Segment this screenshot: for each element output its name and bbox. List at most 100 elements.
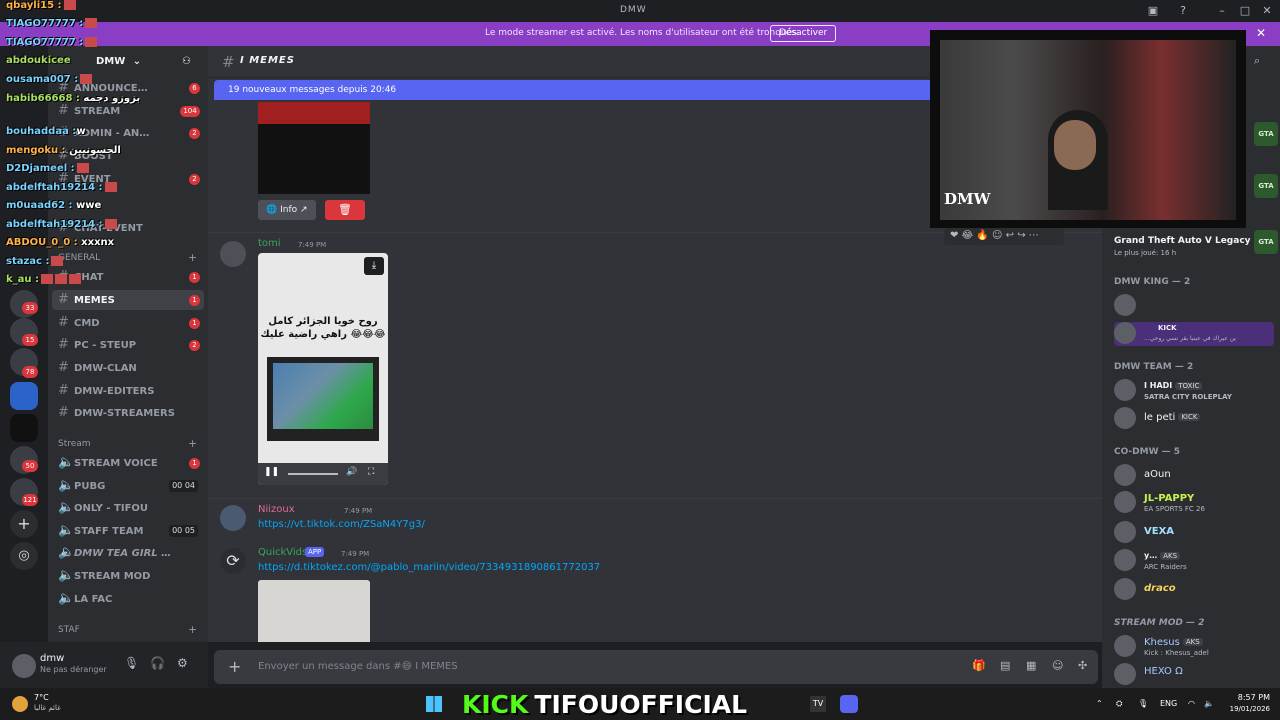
- member[interactable]: KICK ...ين عيراك في عينيا بقر نسي روحي: [1114, 322, 1274, 346]
- discover-icon[interactable]: ◎: [10, 542, 38, 570]
- disable-streamer-mode-button[interactable]: Désactiver: [770, 25, 837, 42]
- gift-icon[interactable]: 🎁: [972, 659, 986, 672]
- voice-dmw-tea-girl[interactable]: 🔈DMW TEA GIRL …: [52, 543, 204, 563]
- embed-image[interactable]: [258, 102, 370, 194]
- server-icon[interactable]: [10, 414, 38, 442]
- channel-announce[interactable]: # ANNOUNCE… 6: [52, 78, 204, 98]
- now-playing-card[interactable]: Grand Theft Auto V Legacy Le plus joué: …: [1114, 230, 1278, 258]
- message-author[interactable]: tomi: [258, 238, 281, 249]
- clock-date[interactable]: 19/01/2026: [1222, 705, 1270, 713]
- gear-icon[interactable]: ⚙: [177, 656, 188, 670]
- avatar[interactable]: [220, 505, 246, 531]
- member[interactable]: VEXA: [1114, 521, 1278, 545]
- member[interactable]: y… AKS ARC Raiders: [1114, 549, 1278, 573]
- channel-dmw-streamers[interactable]: # DMW-STREAMERS: [52, 403, 204, 423]
- sticker-icon[interactable]: ▦: [1026, 659, 1036, 672]
- language-indicator[interactable]: ENG: [1160, 699, 1177, 708]
- webcam-overlay: DMW: [930, 30, 1246, 228]
- add-channel-icon[interactable]: +: [188, 623, 197, 636]
- delete-button[interactable]: 🗑: [325, 200, 365, 220]
- channel-memes[interactable]: # MEMES 1: [52, 290, 204, 310]
- volume-icon[interactable]: 🔊: [346, 467, 357, 477]
- minimize-button[interactable]: –: [1214, 3, 1230, 19]
- microphone-icon[interactable]: 🎙: [1138, 699, 1148, 708]
- pause-icon[interactable]: ❚❚: [264, 467, 279, 477]
- message-input[interactable]: + Envoyer un message dans #😄 I MEMES 🎁 ▤…: [214, 650, 1098, 684]
- emoji-icon[interactable]: ☺: [1052, 659, 1063, 672]
- channel-admin[interactable]: # ADMIN - AN… 2: [52, 123, 204, 143]
- avatar[interactable]: [220, 241, 246, 267]
- clock-time[interactable]: 8:57 PM: [1222, 693, 1270, 702]
- message-author[interactable]: QuickVids: [258, 547, 307, 558]
- download-icon[interactable]: ⤓: [364, 257, 384, 275]
- maximize-button[interactable]: □: [1237, 3, 1253, 19]
- voice-stream-mod[interactable]: 🔈STREAM MOD: [52, 566, 204, 586]
- category-staf[interactable]: STAF: [58, 625, 80, 635]
- hash-icon: #: [58, 80, 69, 95]
- wifi-icon[interactable]: ◠: [1188, 699, 1195, 708]
- category-general[interactable]: GENERAL: [58, 253, 100, 263]
- speaker-icon: 🔈: [58, 455, 75, 470]
- voice-only-tifou[interactable]: 🔈ONLY - TIFOU: [52, 498, 204, 518]
- bot-avatar[interactable]: ⟳: [220, 548, 246, 574]
- member[interactable]: Khesus AKS Kick : Khesus_adel: [1114, 635, 1278, 659]
- category-stream[interactable]: Stream: [58, 439, 91, 449]
- member[interactable]: JL-PAPPY EA SPORTS FC 26: [1114, 491, 1278, 515]
- member[interactable]: draco: [1114, 578, 1278, 602]
- message-author[interactable]: Niizoux: [258, 504, 295, 515]
- add-server-icon[interactable]: +: [10, 510, 38, 538]
- discord-taskbar-icon[interactable]: [840, 695, 858, 713]
- voice-stream-voice[interactable]: 🔈STREAM VOICE 1: [52, 453, 204, 473]
- message-actions[interactable]: ❤ 😂 🔥 ☺ ↩ ↪ ⋯: [944, 227, 1064, 245]
- banner-close-icon[interactable]: ✕: [1256, 26, 1266, 40]
- member[interactable]: [1114, 294, 1278, 318]
- new-messages-bar[interactable]: 19 nouveaux messages depuis 20:46: [214, 80, 934, 100]
- server-name[interactable]: DMW ⌄ ⚇: [56, 56, 206, 72]
- voice-pubg[interactable]: 🔈PUBG 00 04: [52, 476, 204, 496]
- server-icon-rc[interactable]: [10, 382, 38, 410]
- tray-icon[interactable]: ⛭: [1116, 699, 1122, 709]
- channel-cmd[interactable]: # CMD 1: [52, 313, 204, 333]
- headphones-icon[interactable]: 🎧: [150, 656, 165, 670]
- avatar[interactable]: [12, 654, 36, 678]
- member[interactable]: HEXO Ω: [1114, 663, 1278, 687]
- channel-dmw-clan[interactable]: # DMW-CLAN: [52, 358, 204, 378]
- video-controls[interactable]: ❚❚ 🔊 ⛶: [258, 463, 388, 485]
- app-icon[interactable]: TV: [810, 696, 826, 712]
- help-icon[interactable]: ?: [1175, 3, 1191, 19]
- video-player[interactable]: روح خويا الجزائر كامل راهي راضية عليك 😂😂…: [258, 253, 388, 485]
- channel-dmw-editers[interactable]: # DMW-EDITERS: [52, 381, 204, 401]
- member[interactable]: I HADI TOXIC SATRA CITY ROLEPLAY: [1114, 379, 1278, 403]
- volume-icon[interactable]: 🔈: [1204, 699, 1214, 708]
- channel-pc-steup[interactable]: # PC - STEUP 2: [52, 335, 204, 355]
- speaker-icon: 🔈: [58, 568, 75, 583]
- add-channel-icon[interactable]: +: [188, 251, 197, 264]
- voice-staff-team[interactable]: 🔈STAFF TEAM 00 05: [52, 521, 204, 541]
- close-window-button[interactable]: ✕: [1259, 3, 1275, 19]
- apps-icon[interactable]: ✣: [1078, 659, 1087, 672]
- add-member-icon[interactable]: ⚇: [182, 56, 191, 67]
- microphone-icon[interactable]: 🎙: [124, 656, 139, 670]
- video-progress[interactable]: [288, 473, 338, 475]
- member[interactable]: aOun: [1114, 464, 1278, 488]
- add-channel-icon[interactable]: +: [188, 437, 197, 450]
- video-thumbnail[interactable]: [258, 580, 370, 642]
- windows-start-icon[interactable]: [426, 696, 442, 712]
- weather-icon[interactable]: [12, 696, 28, 712]
- channel-event[interactable]: # EVENT 2: [52, 169, 204, 189]
- add-attachment-icon[interactable]: +: [228, 657, 241, 676]
- gif-icon[interactable]: ▤: [1000, 659, 1010, 672]
- search-icon[interactable]: ⌕: [1254, 54, 1260, 68]
- chevron-up-icon[interactable]: ⌃: [1096, 699, 1103, 708]
- message-link[interactable]: https://vt.tiktok.com/ZSaN4Y7g3/: [258, 519, 425, 530]
- fullscreen-icon[interactable]: ⛶: [368, 467, 374, 477]
- channel-stream[interactable]: # STREAM 104: [52, 101, 204, 121]
- message-link[interactable]: https://d.tiktokez.com/@pablo_mariin/vid…: [258, 562, 600, 573]
- channel-chat-event[interactable]: # CHAT-EVENT: [52, 218, 204, 238]
- channel-boost[interactable]: # BOOST: [52, 146, 204, 166]
- voice-la-fac[interactable]: 🔈LA FAC: [52, 589, 204, 609]
- info-button[interactable]: 🌐 Info ↗: [258, 200, 316, 220]
- inbox-icon[interactable]: ▣: [1145, 3, 1161, 19]
- channel-chat[interactable]: # CHAT 1: [52, 267, 204, 287]
- member[interactable]: le peti KICK: [1114, 407, 1278, 431]
